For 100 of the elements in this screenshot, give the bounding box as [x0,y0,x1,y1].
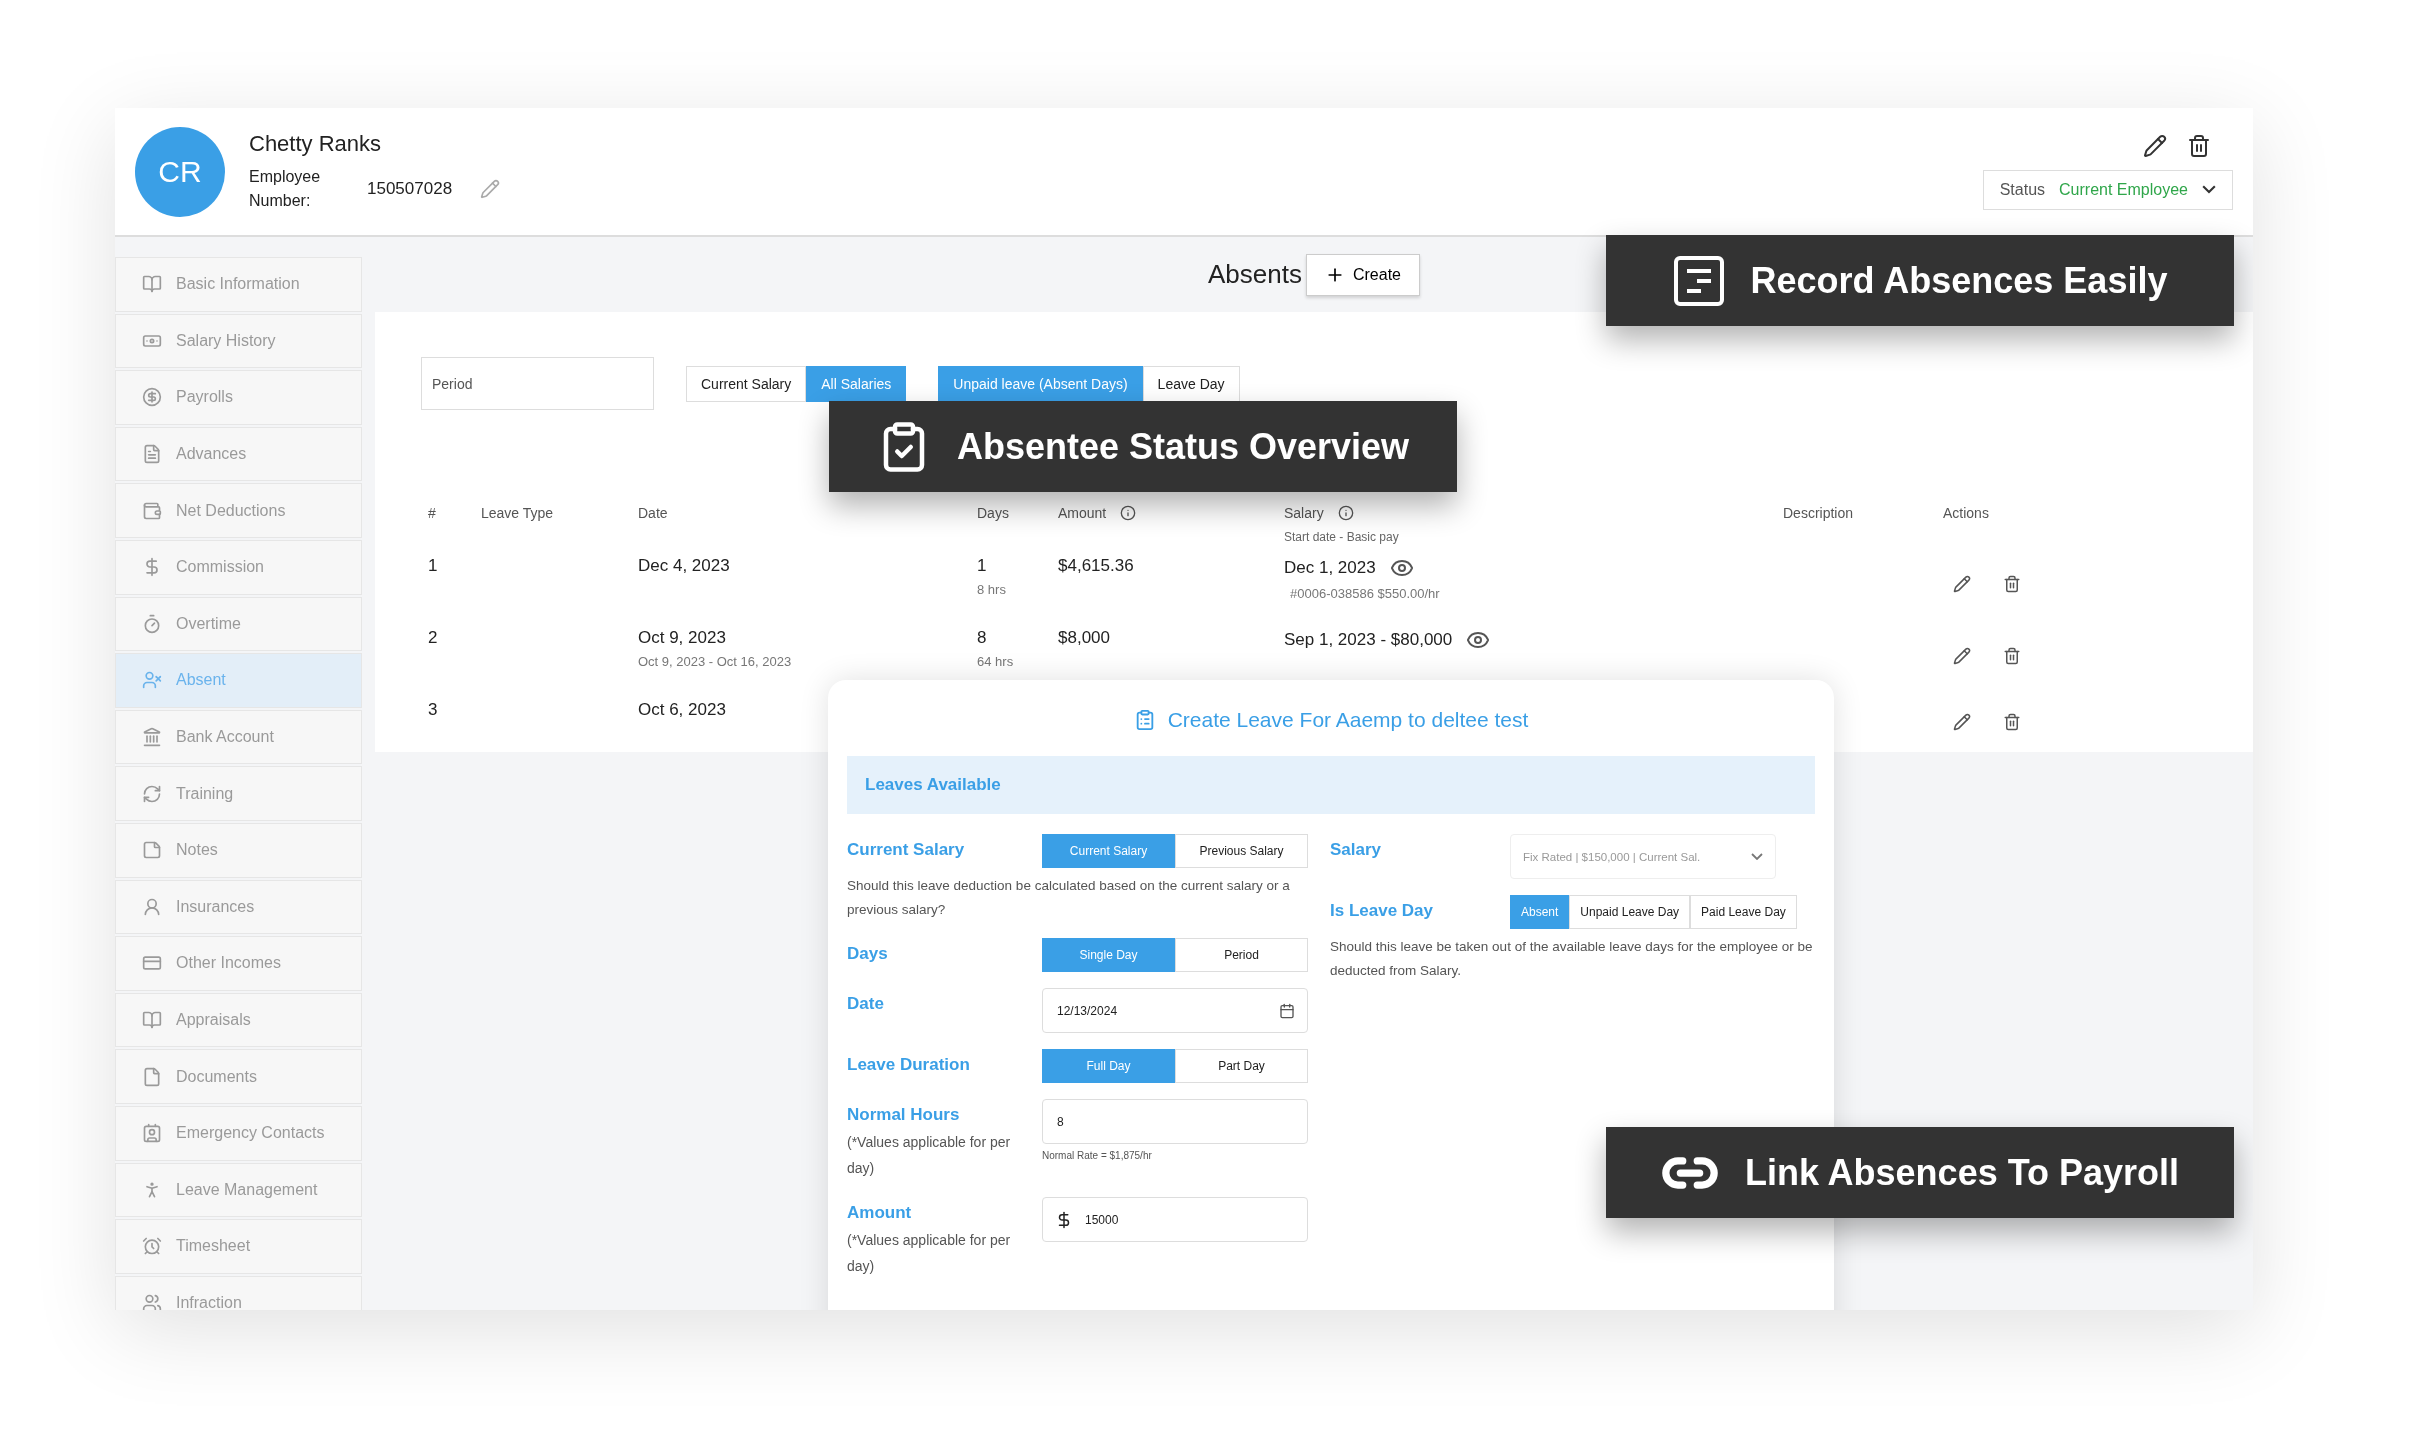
sidebar-item[interactable]: Commission [115,539,362,595]
date-field[interactable]: 12/13/2024 [1042,988,1308,1033]
delete-icon[interactable] [2003,713,2021,731]
column-subheading: Start date - Basic pay [1284,530,1399,544]
group-icon [142,1293,162,1310]
page-title: Absents [1208,259,1302,290]
employee-name: Chetty Ranks [249,130,383,157]
sidebar-item[interactable]: Leave Management [115,1162,362,1218]
employee-number: 150507028 [367,178,453,199]
field-label: Current Salary [847,839,966,860]
help-text: Should this leave deduction be calculated based on the current salary or a previous salary? [847,877,1291,919]
field-hint: Normal Rate = $1,875/hr [1042,1150,1153,1161]
person-icon [142,896,162,917]
hours-field[interactable]: 8 [1042,1099,1308,1144]
toggle-option[interactable]: Leave Day [1142,365,1240,402]
edit-icon[interactable] [1953,575,1971,593]
sidebar-item[interactable]: Appraisals [115,992,362,1048]
wallet-icon [142,500,162,521]
edit-icon[interactable] [1953,713,1971,731]
sidebar-item[interactable]: Emergency Contacts [115,1105,362,1161]
column-header: Amount [1058,505,1107,521]
salary-select[interactable]: Fix Rated | $150,000 | Current Sal. [1510,834,1776,879]
stopwatch-icon [142,613,162,634]
amount-field[interactable]: 15000 [1042,1197,1308,1242]
date-input[interactable]: 12/13/2024 [1055,1002,1269,1019]
status-value: Current Employee [2059,180,2188,199]
table-cell-text: 8 [977,628,988,648]
field-label: Normal Hours [847,1104,961,1125]
info-icon [1337,505,1354,521]
sidebar-item[interactable]: Infraction [115,1275,362,1310]
table-cell: Sep 1, 2023 - $80,000 [1284,630,1453,650]
toggle-option[interactable]: Absent [1510,895,1570,929]
toggle-option[interactable]: Previous Salary [1175,834,1308,868]
sidebar-item[interactable]: Insurances [115,879,362,935]
toggle-option[interactable]: Single Day [1042,938,1175,972]
delete-icon[interactable] [2003,647,2021,665]
hours-input[interactable]: 8 [1055,1113,1295,1130]
info-icon [1120,505,1137,521]
toggle-option[interactable]: Current Salary [686,365,807,402]
hours-text: 64 hrs [977,654,1015,669]
sidebar-item[interactable]: Training [115,766,362,821]
sidebar-item[interactable]: Absent [115,653,362,708]
sidebar-item[interactable]: Net Deductions [115,483,362,538]
document-icon [142,444,162,465]
sidebar-item[interactable]: Advances [115,426,362,482]
refresh-icon [142,783,162,804]
toggle-option[interactable]: Period [1175,938,1308,972]
delete-icon[interactable] [2003,575,2021,593]
toggle-option[interactable]: Unpaid Leave Day [1569,895,1691,929]
sidebar-item[interactable]: Payrolls [115,370,362,425]
callout-text: Absentee Status Overview [956,425,1410,468]
sidebar-item[interactable]: Notes [115,822,362,878]
sidebar-item[interactable]: Timesheet [115,1219,362,1274]
callout-text: Record Absences Easily [1750,259,2168,302]
date-range: Oct 9, 2023 - Oct 16, 2023 [638,654,793,669]
column-header: Date [638,505,668,521]
user-cross-icon [142,670,162,691]
table-cell-text: $4,615.36 [1058,556,1135,576]
toggle-option[interactable]: Current Salary [1042,834,1175,868]
employee-number-label: Employee Number: [249,166,322,211]
book-icon [142,274,162,295]
callout-text: Link Absences To Payroll [1744,1151,2180,1194]
field-label: Is Leave Day [1330,900,1434,921]
column-header: Days [977,505,1009,521]
help-text: Should this leave be taken out of the available leave days for the employee or be deducted from Salary. [1330,938,1814,980]
toggle-option[interactable]: Unpaid leave (Absent Days) [938,365,1143,402]
sidebar-item[interactable]: Documents [115,1049,362,1104]
delete-icon[interactable] [2187,133,2211,158]
sidebar-item[interactable]: Bank Account [115,709,362,765]
caret-icon [2202,185,2216,194]
create-button[interactable]: Create [1305,253,1420,296]
status-label: Status [1999,180,2046,199]
edit-icon[interactable] [1953,647,1971,665]
sidebar-item[interactable]: Basic Information [115,257,362,312]
period-field[interactable]: Period [421,357,654,410]
toggle-option[interactable]: Paid Leave Day [1690,895,1797,929]
field-label: Amount [847,1202,913,1223]
table-cell-text: Oct 9, 2023 [638,628,727,648]
amount-input[interactable]: 15000 [1083,1211,1295,1228]
table-cell-text: Dec 4, 2023 [638,556,731,576]
toggle-option[interactable]: Full Day [1042,1049,1175,1083]
field-label: Days [847,943,889,964]
table-cell-text: 3 [428,700,439,720]
table-cell-text: 1 [428,556,439,576]
status-dropdown[interactable]: Status Current Employee [1982,169,2233,210]
dollar-coin-icon [142,387,162,408]
table-cell-text: 1 [977,556,988,576]
sidebar-item[interactable]: Salary History [115,313,362,369]
column-header: # [428,505,436,521]
caret-icon [1751,852,1763,861]
edit-icon[interactable] [2143,133,2167,158]
toggle-option[interactable]: Part Day [1175,1049,1308,1083]
bank-icon [142,727,162,748]
column-header: Actions [1943,505,1989,521]
contact-card-icon [142,1123,162,1144]
table-cell-text: Oct 6, 2023 [638,700,727,720]
toggle-option[interactable]: All Salaries [806,365,907,402]
field-label: Leave Duration [847,1054,971,1075]
sidebar-item[interactable]: Overtime [115,596,362,652]
sidebar-item[interactable]: Other Incomes [115,936,362,991]
